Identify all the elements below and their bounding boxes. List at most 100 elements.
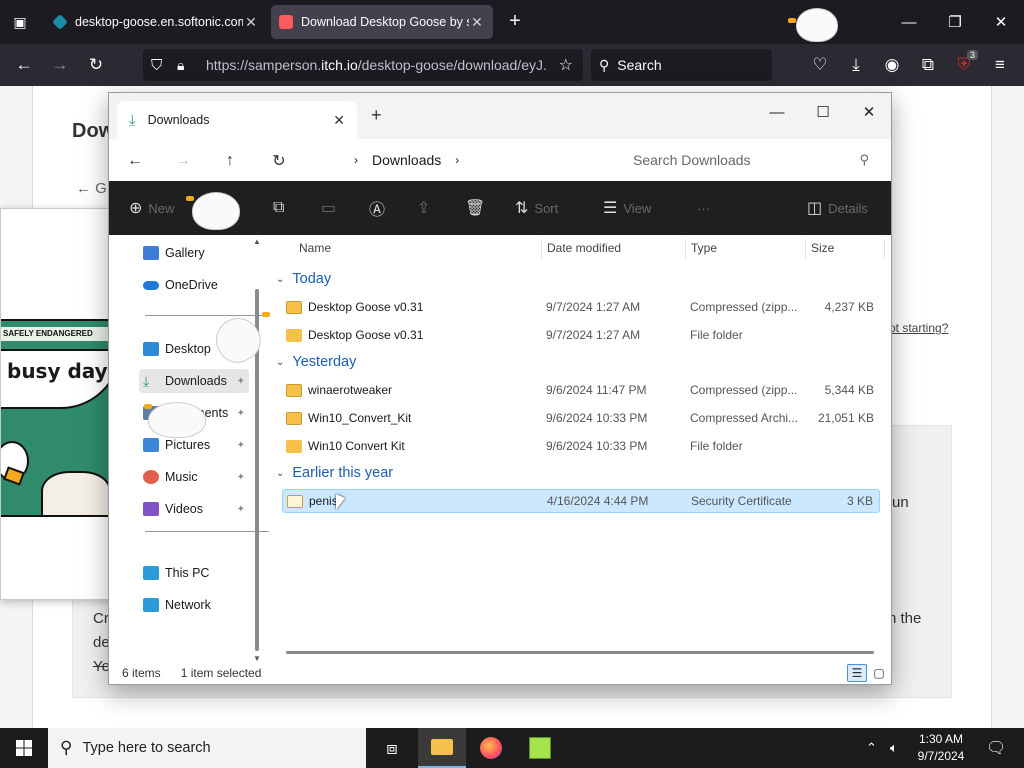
column-separator[interactable] xyxy=(884,239,885,259)
file-row[interactable]: Desktop Goose v0.31 9/7/2024 1:27 AM Com… xyxy=(282,295,880,319)
explorer-body: Gallery OneDrive Desktop ⤓ Downloads ✦ D… xyxy=(109,235,891,663)
close-window-button[interactable]: ✕ xyxy=(849,97,889,127)
explorer-search-input[interactable]: Search Downloads ⚲ xyxy=(617,145,879,175)
tab-list-icon[interactable]: ▣ xyxy=(0,0,40,44)
restore-button[interactable]: ❐ xyxy=(932,0,978,44)
account-icon[interactable]: ◉ xyxy=(878,52,906,78)
close-window-button[interactable]: ✕ xyxy=(978,0,1024,44)
file-explorer-taskbar-icon[interactable] xyxy=(418,728,466,768)
system-clock[interactable]: 1:30 AM 9/7/2024 xyxy=(908,731,974,765)
minimize-button[interactable]: — xyxy=(886,0,932,44)
column-header-size[interactable]: Size xyxy=(811,241,834,255)
clock-date: 9/7/2024 xyxy=(917,749,965,763)
sidebar-item-music[interactable]: Music ✦ xyxy=(139,465,249,489)
column-separator[interactable] xyxy=(685,239,686,259)
shield-icon[interactable]: ⛉ xyxy=(151,57,162,74)
sidebar-item-pictures[interactable]: Pictures ✦ xyxy=(139,433,249,457)
column-separator[interactable] xyxy=(805,239,806,259)
lock-icon[interactable]: 🔒︎ xyxy=(177,57,184,74)
not-starting-link[interactable]: ot starting? xyxy=(889,321,948,335)
details-view-icon[interactable]: ☰ xyxy=(847,664,867,682)
downloads-icon[interactable]: ⤓ xyxy=(842,52,870,78)
file-date: 9/7/2024 1:27 AM xyxy=(546,300,641,314)
back-button[interactable]: ← xyxy=(121,147,149,175)
new-button[interactable]: ⊕ New xyxy=(129,197,174,219)
column-header-name[interactable]: Name xyxy=(299,241,331,255)
volume-muted-icon[interactable]: 🔈︎ xyxy=(890,728,898,768)
forward-button[interactable]: → xyxy=(46,52,74,78)
file-type: Compressed (zipp... xyxy=(690,300,798,314)
column-header-type[interactable]: Type xyxy=(691,241,717,255)
chevron-down-icon: ⌄ xyxy=(276,273,285,285)
copy-icon[interactable]: ⧉ xyxy=(273,197,290,219)
back-link[interactable]: ← G xyxy=(76,180,107,197)
menu-icon[interactable]: ≡ xyxy=(986,52,1014,78)
group-header-today[interactable]: ⌄ Today xyxy=(276,271,331,287)
view-button[interactable]: ☰ View xyxy=(603,197,651,219)
pin-icon: ✦ xyxy=(236,439,245,451)
group-header-yesterday[interactable]: ⌄ Yesterday xyxy=(276,354,356,370)
pin-icon: ✦ xyxy=(236,375,245,387)
explorer-tab-downloads[interactable]: ⤓ Downloads ✕ xyxy=(117,101,357,139)
firefox-taskbar-icon[interactable] xyxy=(467,728,515,768)
file-row[interactable]: winaerotweaker 9/6/2024 11:47 PM Compres… xyxy=(282,378,880,402)
search-icon: ⚲ xyxy=(60,738,73,757)
sidebar-scrollbar[interactable]: ▲ ▼ xyxy=(253,237,261,663)
ublock-icon[interactable]: ⛨ 3 xyxy=(950,50,978,78)
sidebar-item-downloads[interactable]: ⤓ Downloads ✦ xyxy=(139,369,249,393)
sidebar-item-gallery[interactable]: Gallery xyxy=(139,241,249,265)
rename-icon[interactable]: Ⓐ xyxy=(369,197,391,219)
sidebar-item-videos[interactable]: Videos ✦ xyxy=(139,497,249,521)
close-icon[interactable]: ✕ xyxy=(243,14,259,31)
back-button[interactable]: ← xyxy=(10,52,38,78)
scroll-up-icon[interactable]: ▲ xyxy=(253,237,261,246)
file-row[interactable]: Win10 Convert Kit 9/6/2024 10:33 PM File… xyxy=(282,434,880,458)
refresh-button[interactable]: ↻ xyxy=(265,147,293,175)
browser-search-bar[interactable]: ⚲ Search xyxy=(591,49,772,81)
new-tab-button[interactable]: + xyxy=(503,10,527,34)
onedrive-icon xyxy=(143,280,159,290)
taskbar-search-input[interactable]: ⚲ Type here to search xyxy=(48,728,366,768)
delete-icon[interactable]: 🗑︎ xyxy=(465,197,491,219)
start-button[interactable] xyxy=(0,728,48,768)
more-options-button[interactable]: ··· xyxy=(697,197,710,219)
minimize-button[interactable]: — xyxy=(757,97,797,127)
file-row-selected[interactable]: penis 4/16/2024 4:44 PM Security Certifi… xyxy=(282,489,880,513)
browser-tab-itchio[interactable]: Download Desktop Goose by samperson ✕ xyxy=(271,5,493,39)
browser-tab-softonic[interactable]: desktop-goose.en.softonic.com ✕ xyxy=(45,5,267,39)
forward-button[interactable]: → xyxy=(169,147,197,175)
comic-banner: SAFELY ENDANGERED xyxy=(1,327,123,341)
details-pane-button[interactable]: ◫ Details xyxy=(807,197,868,219)
sidebar-item-network[interactable]: Network xyxy=(139,593,249,617)
sort-button[interactable]: ⇅ Sort xyxy=(515,197,558,219)
reload-button[interactable]: ↻ xyxy=(82,52,110,78)
file-row[interactable]: Desktop Goose v0.31 9/7/2024 1:27 AM Fil… xyxy=(282,323,880,347)
group-header-earlier-this-year[interactable]: ⌄ Earlier this year xyxy=(276,465,393,481)
close-icon[interactable]: ✕ xyxy=(333,112,345,129)
file-date: 9/6/2024 11:47 PM xyxy=(546,383,647,397)
paste-icon[interactable]: ▭ xyxy=(321,197,342,219)
goose-app-taskbar-icon[interactable] xyxy=(516,728,564,768)
tiles-view-icon[interactable]: ▢ xyxy=(869,664,889,682)
bookmark-star-icon[interactable]: ☆ xyxy=(559,55,573,75)
extensions-icon[interactable]: ⧉ xyxy=(914,52,942,78)
maximize-button[interactable]: ☐ xyxy=(803,97,843,127)
zip-folder-icon xyxy=(286,411,302,425)
column-separator[interactable] xyxy=(541,239,542,259)
notification-icon[interactable]: 🗨︎ xyxy=(986,728,1006,768)
new-tab-button[interactable]: + xyxy=(371,105,382,126)
breadcrumb[interactable]: › Downloads › xyxy=(314,145,609,175)
breadcrumb-downloads[interactable]: Downloads xyxy=(372,152,441,168)
file-row[interactable]: Win10_Convert_Kit 9/6/2024 10:33 PM Comp… xyxy=(282,406,880,430)
sidebar-item-this-pc[interactable]: This PC xyxy=(139,561,249,585)
column-header-date[interactable]: Date modified xyxy=(547,241,621,255)
share-icon[interactable]: ⇪ xyxy=(417,197,436,219)
show-hidden-icons[interactable]: ⌃ xyxy=(866,728,877,768)
sidebar-item-onedrive[interactable]: OneDrive xyxy=(139,273,249,297)
close-icon[interactable]: ✕ xyxy=(469,14,485,31)
url-bar[interactable]: ⛉ 🔒︎ https://samperson.itch.io/desktop-g… xyxy=(143,49,583,81)
up-button[interactable]: ↑ xyxy=(216,147,244,175)
pocket-icon[interactable]: ♡ xyxy=(806,52,834,78)
task-view-icon[interactable]: ⧈ xyxy=(368,728,416,768)
horizontal-scrollbar[interactable] xyxy=(286,651,874,654)
